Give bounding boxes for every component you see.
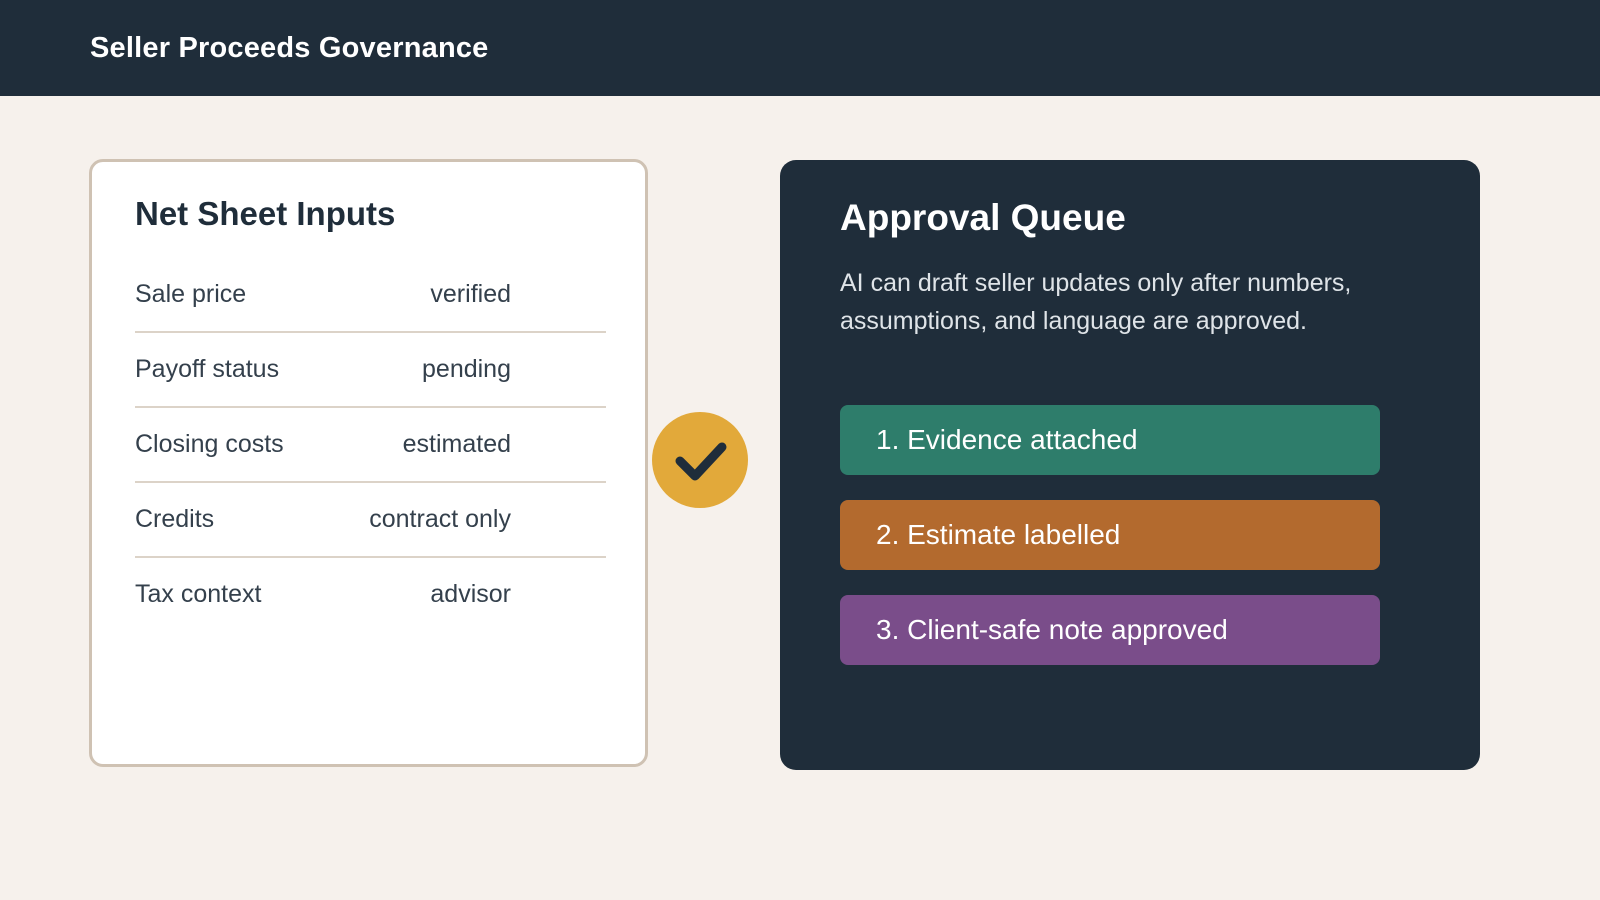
checkmark-icon <box>675 442 727 481</box>
input-row-sale-price: Sale price verified <box>135 258 606 333</box>
input-row-payoff-status: Payoff status pending <box>135 333 606 408</box>
approval-queue-card: Approval Queue AI can draft seller updat… <box>780 160 1480 770</box>
input-row-label: Closing costs <box>135 430 284 458</box>
approval-check-badge <box>652 412 748 508</box>
input-row-tax-context: Tax context advisor <box>135 558 606 633</box>
queue-step-evidence-attached[interactable]: 1. Evidence attached <box>840 405 1380 475</box>
queue-step-client-safe-note-approved[interactable]: 3. Client-safe note approved <box>840 595 1380 665</box>
input-row-label: Tax context <box>135 580 262 608</box>
top-header-bar: Seller Proceeds Governance <box>0 0 1600 96</box>
approval-queue-title: Approval Queue <box>840 197 1126 238</box>
input-row-label: Payoff status <box>135 355 280 383</box>
input-row-status: advisor <box>430 580 511 608</box>
input-row-label: Credits <box>135 505 215 533</box>
input-row-closing-costs: Closing costs estimated <box>135 408 606 483</box>
input-row-status: contract only <box>369 505 511 533</box>
input-row-status: verified <box>430 280 511 308</box>
approval-queue-description: AI can draft seller updates only after n… <box>840 269 1352 335</box>
page-title: Seller Proceeds Governance <box>90 32 489 64</box>
queue-step-estimate-labelled[interactable]: 2. Estimate labelled <box>840 500 1380 570</box>
net-sheet-inputs-card: Net Sheet Inputs Sale price verified Pay… <box>89 159 648 767</box>
input-row-status: pending <box>422 355 511 383</box>
input-row-status: estimated <box>402 430 511 458</box>
input-row-label: Sale price <box>135 280 247 308</box>
input-row-credits: Credits contract only <box>135 483 606 558</box>
net-sheet-inputs-title: Net Sheet Inputs <box>135 195 396 232</box>
